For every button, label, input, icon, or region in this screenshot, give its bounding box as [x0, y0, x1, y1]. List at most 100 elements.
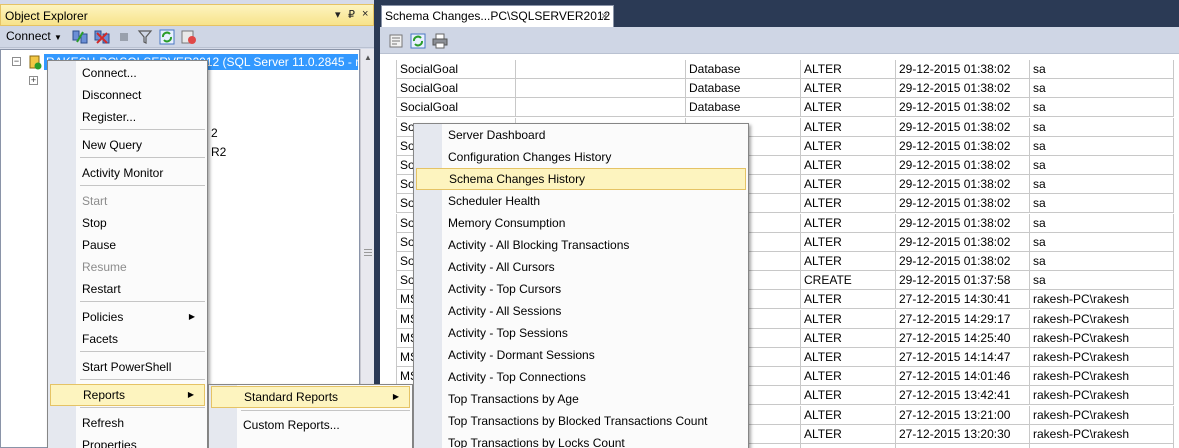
table-cell: ALTER: [801, 137, 896, 156]
table-cell: [516, 60, 686, 79]
table-cell: [516, 79, 686, 98]
table-cell: 27-12-2015 14:30:41: [896, 290, 1030, 309]
table-cell: rakesh-PC\rakesh: [1030, 290, 1174, 309]
table-cell: SocialGoal: [396, 60, 516, 79]
menu-item-top-transactions-by-age[interactable]: Top Transactions by Age: [416, 388, 746, 410]
expand-databases-node-icon[interactable]: +: [29, 76, 38, 85]
menu-separator: [80, 301, 205, 302]
table-cell: rakesh-PC\rakesh: [1030, 367, 1174, 386]
table-cell: [516, 98, 686, 117]
table-cell: ALTER: [801, 348, 896, 367]
close-icon[interactable]: ×: [362, 8, 368, 20]
table-cell: 27-12-2015 14:25:40: [896, 329, 1030, 348]
menu-item-disconnect[interactable]: Disconnect: [50, 84, 205, 106]
table-cell: ALTER: [801, 386, 896, 405]
table-cell: 27-12-2015 14:29:17: [896, 310, 1030, 329]
menu-item-activity-top-sessions[interactable]: Activity - Top Sessions: [416, 322, 746, 344]
menu-item-pause[interactable]: Pause: [50, 234, 205, 256]
table-cell: 29-12-2015 01:38:02: [896, 79, 1030, 98]
print-icon[interactable]: [432, 33, 448, 49]
connect-dropdown-button[interactable]: Connect ▼: [6, 29, 62, 43]
filter-icon[interactable]: [137, 29, 153, 45]
table-cell: ALTER: [801, 329, 896, 348]
object-explorer-title: Object Explorer: [5, 9, 88, 23]
menu-item-activity-all-sessions[interactable]: Activity - All Sessions: [416, 300, 746, 322]
menu-item-activity-top-cursors[interactable]: Activity - Top Cursors: [416, 278, 746, 300]
menu-item-start-powershell[interactable]: Start PowerShell: [50, 356, 205, 378]
menu-item-resume: Resume: [82, 260, 127, 274]
table-cell: 29-12-2015 01:38:02: [896, 98, 1030, 117]
menu-item-register[interactable]: Register...: [50, 106, 205, 128]
document-map-icon[interactable]: [388, 33, 404, 49]
table-cell: sa: [1030, 271, 1174, 290]
menu-item-schema-changes-history[interactable]: Schema Changes History: [416, 168, 746, 190]
disconnect-icon[interactable]: [94, 29, 110, 45]
table-cell: 29-12-2015 01:38:02: [896, 194, 1030, 213]
scroll-up-icon[interactable]: ▲: [362, 51, 374, 65]
window-position-icon[interactable]: ▾: [335, 8, 341, 21]
menu-item-new-query[interactable]: New Query: [50, 134, 205, 156]
menu-item-refresh[interactable]: Refresh: [50, 412, 205, 434]
table-cell: ALTER: [801, 214, 896, 233]
table-cell: ALTER: [801, 98, 896, 117]
menu-separator: [80, 379, 205, 380]
menu-item-activity-all-blocking-transactions[interactable]: Activity - All Blocking Transactions: [416, 234, 746, 256]
menu-item-facets[interactable]: Facets: [50, 328, 205, 350]
menu-item-reports[interactable]: Reports ▶: [50, 384, 205, 406]
tree-node-fragment: 2: [211, 126, 218, 140]
menu-item-configuration-changes-history[interactable]: Configuration Changes History: [416, 146, 746, 168]
table-cell: ALTER: [801, 290, 896, 309]
scroll-grip-mark: [364, 252, 372, 253]
menu-item-top-transactions-by-blocked-count[interactable]: Top Transactions by Blocked Transactions…: [416, 410, 746, 432]
table-cell: rakesh-PC\rakesh: [1030, 425, 1174, 444]
menu-item-stop[interactable]: Stop: [50, 212, 205, 234]
server-node-icon: [29, 55, 42, 70]
table-cell: sa: [1030, 118, 1174, 137]
menu-item-policies-label: Policies: [82, 310, 124, 324]
table-cell: 27-12-2015 14:14:47: [896, 348, 1030, 367]
connect-object-explorer-icon[interactable]: [72, 29, 88, 45]
start-powershell-icon[interactable]: [181, 29, 197, 45]
menu-item-scheduler-health[interactable]: Scheduler Health: [416, 190, 746, 212]
menu-item-standard-reports-label: Standard Reports: [244, 390, 339, 404]
menu-separator: [241, 410, 410, 411]
menu-item-properties[interactable]: Properties: [50, 434, 205, 448]
menu-item-policies[interactable]: Policies ▶: [50, 306, 205, 328]
table-cell: ALTER: [801, 118, 896, 137]
table-cell: 29-12-2015 01:38:02: [896, 214, 1030, 233]
table-cell: sa: [1030, 214, 1174, 233]
menu-item-top-transactions-by-locks-count[interactable]: Top Transactions by Locks Count: [416, 432, 746, 448]
tab-schema-changes-history[interactable]: Schema Changes...PC\SQLSERVER2012 ×: [381, 5, 614, 27]
table-cell: rakesh-PC\rakesh: [1030, 348, 1174, 367]
server-context-menu: Connect... Disconnect Register... New Qu…: [47, 60, 208, 448]
table-cell: ALTER: [801, 194, 896, 213]
table-cell: Database: [686, 79, 801, 98]
close-tab-icon[interactable]: ×: [601, 6, 608, 26]
table-cell: rakesh-PC\rakesh: [1030, 444, 1174, 448]
table-cell: rakesh-PC\rakesh: [1030, 406, 1174, 425]
menu-separator: [80, 185, 205, 186]
menu-item-memory-consumption[interactable]: Memory Consumption: [416, 212, 746, 234]
menu-item-activity-top-connections[interactable]: Activity - Top Connections: [416, 366, 746, 388]
menu-item-activity-monitor[interactable]: Activity Monitor: [50, 162, 205, 184]
auto-hide-pin-icon[interactable]: ₽: [348, 8, 355, 21]
stop-icon[interactable]: [116, 29, 132, 45]
table-cell: 29-12-2015 01:37:58: [896, 271, 1030, 290]
collapse-server-node-icon[interactable]: −: [12, 57, 21, 66]
submenu-arrow-icon: ▶: [187, 390, 194, 399]
table-cell: SocialGoal: [396, 79, 516, 98]
table-cell: 27-12-2015 13:15:36: [896, 444, 1030, 448]
menu-item-server-dashboard[interactable]: Server Dashboard: [416, 124, 746, 146]
menu-item-activity-all-cursors[interactable]: Activity - All Cursors: [416, 256, 746, 278]
table-cell: sa: [1030, 156, 1174, 175]
table-cell: sa: [1030, 194, 1174, 213]
table-cell: 29-12-2015 01:38:02: [896, 137, 1030, 156]
table-cell: 29-12-2015 01:38:02: [896, 156, 1030, 175]
menu-item-activity-dormant-sessions[interactable]: Activity - Dormant Sessions: [416, 344, 746, 366]
menu-item-restart[interactable]: Restart: [50, 278, 205, 300]
menu-item-standard-reports[interactable]: Standard Reports ▶: [211, 386, 410, 408]
refresh-icon[interactable]: [159, 29, 175, 45]
menu-item-connect[interactable]: Connect...: [50, 62, 205, 84]
menu-item-custom-reports[interactable]: Custom Reports...: [211, 414, 410, 436]
refresh-icon[interactable]: [410, 33, 426, 49]
